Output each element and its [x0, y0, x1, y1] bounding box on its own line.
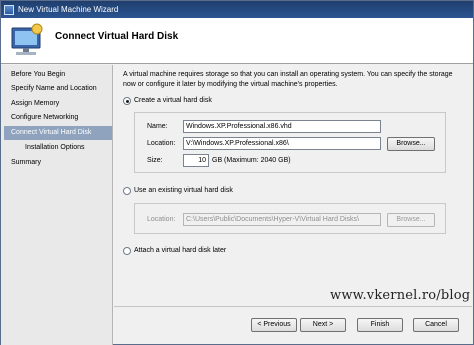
- previous-button[interactable]: < Previous: [251, 318, 297, 332]
- existing-vhd-radio[interactable]: [123, 187, 131, 195]
- nav-item-summary[interactable]: Summary: [4, 156, 112, 170]
- vhd-size-input[interactable]: 10: [183, 154, 209, 167]
- wizard-monitor-icon: [11, 23, 43, 55]
- vhd-name-input[interactable]: Windows.XP.Professional.x86.vhd: [183, 120, 381, 133]
- nav-item-assign-memory[interactable]: Assign Memory: [4, 97, 112, 111]
- create-vhd-group: Name: Windows.XP.Professional.x86.vhd Lo…: [134, 112, 446, 173]
- nav-item-connect-vhd[interactable]: Connect Virtual Hard Disk: [4, 126, 112, 140]
- cancel-button[interactable]: Cancel: [413, 318, 459, 332]
- hyper-v-icon: [4, 4, 14, 15]
- existing-location-label: Location:: [147, 216, 176, 223]
- wizard-header: Connect Virtual Hard Disk: [1, 18, 473, 64]
- name-label: Name:: [147, 123, 168, 130]
- nav-item-specify-name[interactable]: Specify Name and Location: [4, 82, 112, 96]
- description-text: A virtual machine requires storage so th…: [123, 71, 453, 88]
- vhd-location-input[interactable]: V:\Windows.XP.Professional.x86\: [183, 137, 381, 150]
- wizard-nav: Before You Begin Specify Name and Locati…: [1, 65, 113, 345]
- page-title: Connect Virtual Hard Disk: [55, 31, 179, 42]
- title-bar[interactable]: New Virtual Machine Wizard: [1, 1, 473, 18]
- attach-later-label[interactable]: Attach a virtual hard disk later: [134, 247, 226, 254]
- nav-item-configure-networking[interactable]: Configure Networking: [4, 111, 112, 125]
- radio-selected-dot: [125, 99, 129, 103]
- finish-button[interactable]: Finish: [357, 318, 403, 332]
- existing-browse-button[interactable]: Browse...: [387, 213, 435, 227]
- existing-vhd-label[interactable]: Use an existing virtual hard disk: [134, 187, 233, 194]
- size-label: Size:: [147, 157, 163, 164]
- create-vhd-label[interactable]: Create a virtual hard disk: [134, 97, 212, 104]
- nav-item-installation-options[interactable]: Installation Options: [4, 141, 112, 155]
- create-vhd-radio[interactable]: [123, 97, 131, 105]
- window-title: New Virtual Machine Wizard: [18, 5, 119, 14]
- next-button[interactable]: Next >: [300, 318, 346, 332]
- browse-button[interactable]: Browse...: [387, 137, 435, 151]
- nav-item-before-you-begin[interactable]: Before You Begin: [4, 68, 112, 82]
- wizard-content: A virtual machine requires storage so th…: [114, 65, 473, 345]
- existing-vhd-group: Location: C:\Users\Public\Documents\Hype…: [134, 203, 446, 234]
- wizard-window: New Virtual Machine Wizard Connect Virtu…: [0, 0, 474, 345]
- location-label: Location:: [147, 140, 176, 147]
- watermark-text: www.vkernel.ro/blog: [330, 288, 471, 303]
- attach-later-radio[interactable]: [123, 247, 131, 255]
- footer-divider: [114, 306, 472, 307]
- size-maximum-text: GB (Maximum: 2040 GB): [212, 157, 291, 164]
- existing-location-input[interactable]: C:\Users\Public\Documents\Hyper-V\Virtua…: [183, 213, 381, 226]
